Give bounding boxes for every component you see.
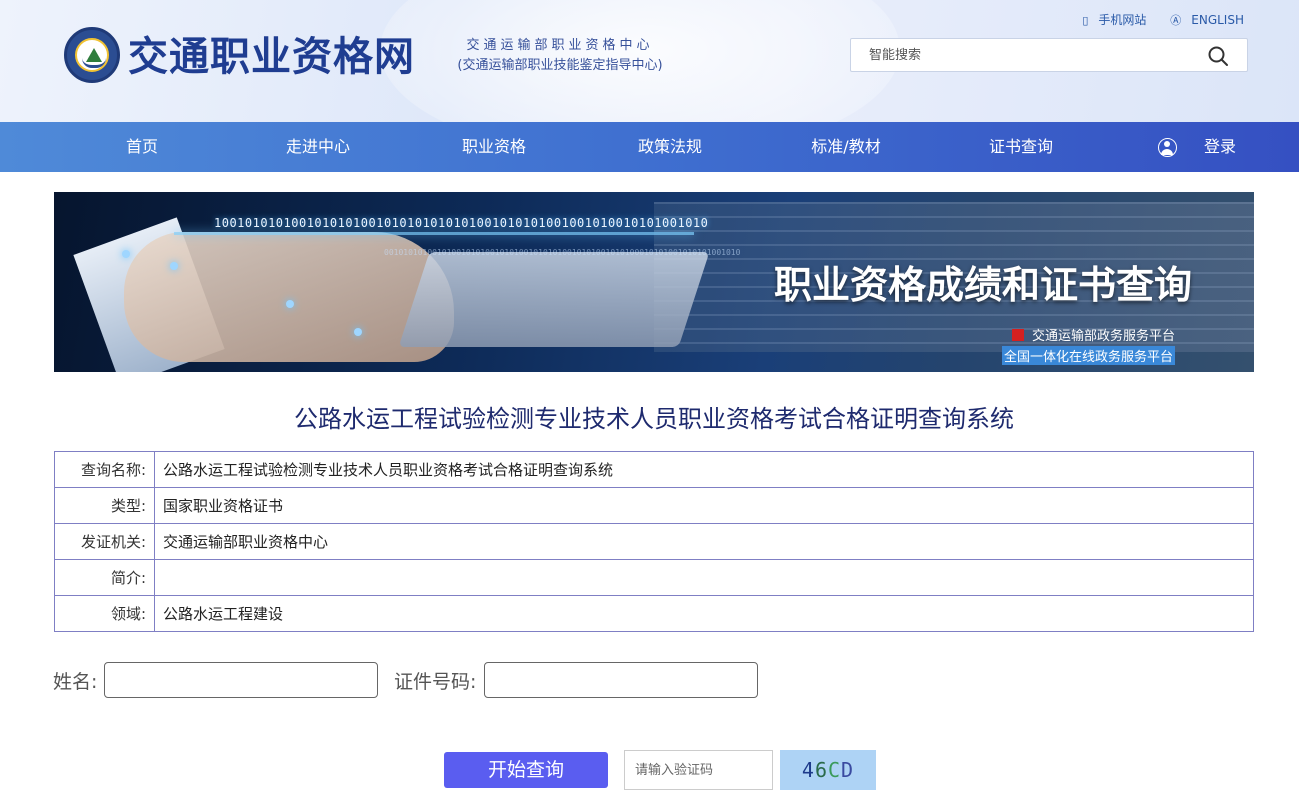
org-line-2: (交通运输部职业技能鉴定指导中心) (457, 58, 663, 73)
banner-light-dot (170, 262, 178, 270)
search-input[interactable] (851, 39, 1191, 71)
nav-item-home[interactable]: 首页 (72, 122, 212, 172)
system-info-table: 查询名称: 公路水运工程试验检测专业技术人员职业资格考试合格证明查询系统 类型:… (54, 451, 1254, 632)
id-number-field[interactable] (484, 662, 758, 698)
banner-light-dot (286, 300, 294, 308)
banner-light-dot (354, 328, 362, 336)
logo-arc (82, 58, 106, 68)
org-name: 交通运输部职业资格中心 (交通运输部职业技能鉴定指导中心) (448, 36, 672, 76)
site-header: 交通职业资格网 交通运输部职业资格中心 (交通运输部职业技能鉴定指导中心) ▯ 手… (0, 0, 1299, 122)
captcha-char: 6 (814, 758, 828, 782)
site-title[interactable]: 交通职业资格网 (128, 24, 415, 82)
captcha-input[interactable] (624, 750, 773, 790)
banner-platform-2: 全国一体化在线政务服务平台 (1002, 346, 1176, 365)
user-icon-body (1161, 149, 1173, 155)
hero-banner: 1001010101001010101001010101010101001010… (54, 192, 1254, 372)
page-title: 公路水运工程试验检测专业技术人员职业资格考试合格证明查询系统 (294, 405, 1014, 433)
table-row: 领域: 公路水运工程建设 (54, 595, 1254, 632)
table-row: 发证机关: 交通运输部职业资格中心 (54, 523, 1254, 560)
info-key: 类型: (54, 487, 155, 524)
info-value: 公路水运工程试验检测专业技术人员职业资格考试合格证明查询系统 (154, 451, 1254, 488)
info-key: 简介: (54, 559, 155, 596)
captcha-char: D (841, 758, 855, 782)
english-link[interactable]: Ⓐ ENGLISH (1160, 13, 1244, 27)
banner-binary-text: 1001010101001010101001010101010101001010… (214, 216, 709, 230)
banner-light-dot (122, 250, 130, 258)
info-value: 公路水运工程建设 (154, 595, 1254, 632)
mobile-site-link[interactable]: ▯ 手机网站 (1072, 13, 1146, 27)
info-value: 交通运输部职业资格中心 (154, 523, 1254, 560)
name-field[interactable] (104, 662, 378, 698)
captcha-char: C (828, 758, 842, 782)
banner-platform-1: 交通运输部政务服务平台 (1012, 325, 1175, 344)
captcha-char: 4 (801, 758, 815, 782)
org-line-1: 交通运输部职业资格中心 (466, 38, 654, 53)
search-icon[interactable] (1207, 45, 1229, 67)
platform-logo-icon (1012, 329, 1024, 341)
nav-item-policy[interactable]: 政策法规 (600, 122, 740, 172)
info-value (154, 559, 1254, 596)
nav-item-standards[interactable]: 标准/教材 (776, 122, 916, 172)
top-links: ▯ 手机网站 Ⓐ ENGLISH (1062, 11, 1244, 28)
table-row: 查询名称: 公路水运工程试验检测专业技术人员职业资格考试合格证明查询系统 (54, 451, 1254, 488)
banner-title: 职业资格成绩和证书查询 (773, 263, 1192, 307)
nav-item-certificate-query[interactable]: 证书查询 (951, 122, 1091, 172)
banner-glow-line (174, 232, 694, 235)
table-row: 简介: (54, 559, 1254, 596)
info-key: 发证机关: (54, 523, 155, 560)
id-number-label: 证件号码: (394, 671, 477, 693)
banner-binary-text-small: 0010101010010100101010010101001010101001… (384, 248, 741, 257)
logo-inner (75, 38, 109, 72)
info-key: 领域: (54, 595, 155, 632)
info-value: 国家职业资格证书 (154, 487, 1254, 524)
user-icon-head (1164, 141, 1170, 147)
table-row: 类型: 国家职业资格证书 (54, 487, 1254, 524)
name-label: 姓名: (53, 671, 98, 693)
language-icon: Ⓐ (1170, 14, 1182, 27)
logo-emblem-icon[interactable] (64, 27, 120, 83)
search-box (850, 38, 1248, 72)
banner-laptop (398, 252, 710, 347)
main-nav: 首页 走进中心 职业资格 政策法规 标准/教材 证书查询 登录 (0, 122, 1299, 172)
info-key: 查询名称: (54, 451, 155, 488)
nav-item-qualification[interactable]: 职业资格 (424, 122, 564, 172)
captcha-image[interactable]: 46CD (780, 750, 876, 790)
mobile-phone-icon: ▯ (1082, 14, 1089, 27)
user-icon[interactable] (1158, 138, 1177, 157)
start-query-button[interactable]: 开始查询 (444, 752, 608, 788)
nav-item-about[interactable]: 走进中心 (248, 122, 388, 172)
